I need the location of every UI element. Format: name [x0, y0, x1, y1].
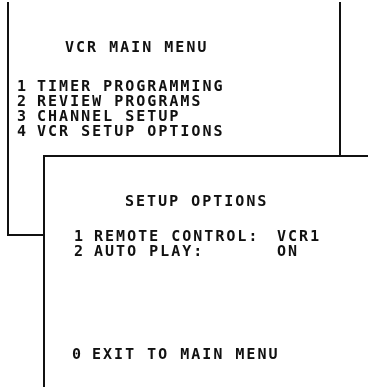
menu-item-vcr-setup-options[interactable]: 4 VCR SETUP OPTIONS — [17, 124, 225, 139]
setup-options-list: 1 REMOTE CONTROL: VCR1 2 AUTO PLAY: ON — [74, 229, 321, 259]
main-menu-list: 1 TIMER PROGRAMMING 2 REVIEW PROGRAMS 3 … — [17, 79, 225, 139]
option-value: ON — [277, 242, 300, 260]
exit-number: 0 — [72, 345, 84, 363]
menu-item-label: VCR SETUP OPTIONS — [37, 122, 225, 140]
main-menu-title: VCR MAIN MENU — [65, 38, 209, 56]
option-number: 2 — [74, 242, 86, 260]
exit-label: EXIT TO MAIN MENU — [92, 345, 280, 363]
option-auto-play[interactable]: 2 AUTO PLAY: ON — [74, 244, 321, 259]
option-label: AUTO PLAY: — [94, 242, 205, 260]
exit-to-main-menu-option[interactable]: 0 EXIT TO MAIN MENU — [72, 347, 280, 362]
setup-options-screen: SETUP OPTIONS 1 REMOTE CONTROL: VCR1 2 A… — [43, 155, 368, 387]
menu-item-number: 4 — [17, 122, 29, 140]
setup-options-title: SETUP OPTIONS — [125, 192, 269, 210]
